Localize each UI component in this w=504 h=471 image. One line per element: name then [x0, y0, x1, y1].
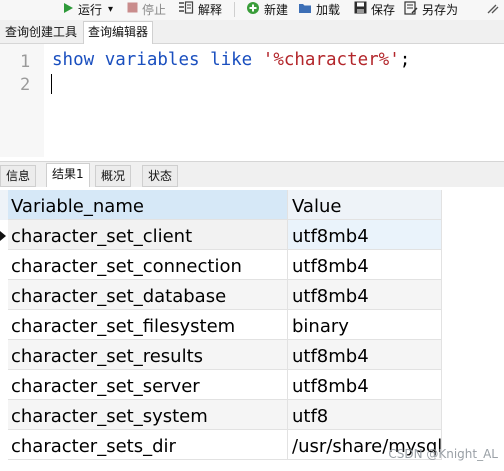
chevron-down-icon[interactable]: ▾: [108, 4, 113, 15]
cell-variable-name[interactable]: character_set_connection: [8, 250, 288, 280]
more-options-icon[interactable]: [486, 0, 500, 18]
explain-label: 解释: [198, 2, 223, 17]
grid-header-row: Variable_name Value: [0, 190, 442, 220]
cell-variable-name[interactable]: character_set_client: [8, 220, 288, 250]
save-as-button[interactable]: 另存为: [404, 0, 458, 18]
explain-icon: [178, 0, 194, 18]
stop-icon: [127, 2, 138, 16]
tab-info[interactable]: 信息: [0, 165, 37, 187]
cell-variable-name[interactable]: character_set_filesystem: [8, 310, 288, 340]
new-label: 新建: [264, 2, 289, 17]
cell-value[interactable]: binary: [288, 310, 442, 340]
sql-semicolon: ;: [399, 50, 411, 70]
sql-keyword: like: [210, 50, 253, 70]
results-grid[interactable]: Variable_name Value character_set_client…: [0, 190, 504, 471]
sql-code-line[interactable]: show variables like '%character%';: [52, 50, 410, 70]
table-row[interactable]: character_set_results utf8mb4: [0, 340, 442, 370]
toolbar-divider: [234, 2, 235, 17]
save-as-label: 另存为: [422, 2, 459, 17]
table-row[interactable]: character_set_client utf8mb4: [0, 220, 442, 250]
stop-button[interactable]: 停止: [127, 0, 166, 18]
run-label: 运行: [78, 2, 103, 17]
cell-value[interactable]: utf8mb4: [288, 250, 442, 280]
folder-icon: [298, 1, 312, 17]
result-tab-bar: 信息 结果1 概况 状态: [0, 161, 504, 187]
table-row[interactable]: character_set_server utf8mb4: [0, 370, 442, 400]
tab-profile[interactable]: 概况: [95, 165, 132, 187]
table-row[interactable]: character_set_filesystem binary: [0, 310, 442, 340]
sql-space: [200, 50, 211, 70]
cell-variable-name[interactable]: character_set_system: [8, 400, 288, 430]
sql-string: '%character%': [262, 50, 400, 70]
new-query-icon: [246, 1, 260, 18]
save-as-icon: [404, 0, 418, 18]
toolbar: 运行 ▾ 停止 解释 新建 加载 保存 另存为: [0, 0, 504, 20]
cell-value[interactable]: utf8: [288, 400, 442, 430]
tab-status[interactable]: 状态: [142, 165, 179, 187]
sql-keyword: show: [52, 50, 95, 70]
save-button[interactable]: 保存: [354, 0, 395, 18]
cell-value[interactable]: utf8mb4: [288, 220, 442, 250]
sql-editor[interactable]: 1 2 show variables like '%character%';: [0, 44, 504, 157]
sql-space: [252, 50, 263, 70]
query-tab-bar: 查询创建工具 查询编辑器: [0, 20, 504, 44]
save-icon: [354, 1, 367, 17]
cell-variable-name[interactable]: character_set_server: [8, 370, 288, 400]
line-number: 1: [20, 52, 31, 72]
text-caret: [51, 74, 52, 94]
column-header-variable-name[interactable]: Variable_name: [8, 190, 288, 220]
table-row[interactable]: character_set_database utf8mb4: [0, 280, 442, 310]
cell-value[interactable]: utf8mb4: [288, 370, 442, 400]
table-row[interactable]: character_set_system utf8: [0, 400, 442, 430]
run-button[interactable]: 运行 ▾: [62, 0, 113, 18]
explain-button[interactable]: 解释: [178, 0, 222, 18]
column-header-value[interactable]: Value: [288, 190, 442, 220]
new-button[interactable]: 新建: [246, 0, 288, 18]
cell-value[interactable]: utf8mb4: [288, 340, 442, 370]
sql-keyword: variables: [104, 50, 200, 70]
tab-query-editor[interactable]: 查询编辑器: [83, 21, 154, 44]
save-label: 保存: [371, 2, 396, 17]
table-row[interactable]: character_set_connection utf8mb4: [0, 250, 442, 280]
line-number: 2: [20, 75, 31, 95]
cell-value[interactable]: utf8mb4: [288, 280, 442, 310]
load-label: 加载: [316, 2, 341, 17]
tab-query-builder[interactable]: 查询创建工具: [1, 22, 81, 42]
stop-label: 停止: [142, 2, 167, 17]
watermark: CSDN @Knight_AL: [388, 447, 498, 461]
table-row[interactable]: character_sets_dir /usr/share/mysql: [0, 430, 442, 460]
cell-variable-name[interactable]: character_set_results: [8, 340, 288, 370]
play-icon: [62, 2, 74, 17]
current-row-indicator-icon: [0, 231, 6, 241]
tab-result-1[interactable]: 结果1: [46, 163, 90, 187]
sql-space: [94, 50, 105, 70]
cell-variable-name[interactable]: character_sets_dir: [8, 430, 288, 460]
cell-variable-name[interactable]: character_set_database: [8, 280, 288, 310]
load-button[interactable]: 加载: [298, 0, 340, 18]
